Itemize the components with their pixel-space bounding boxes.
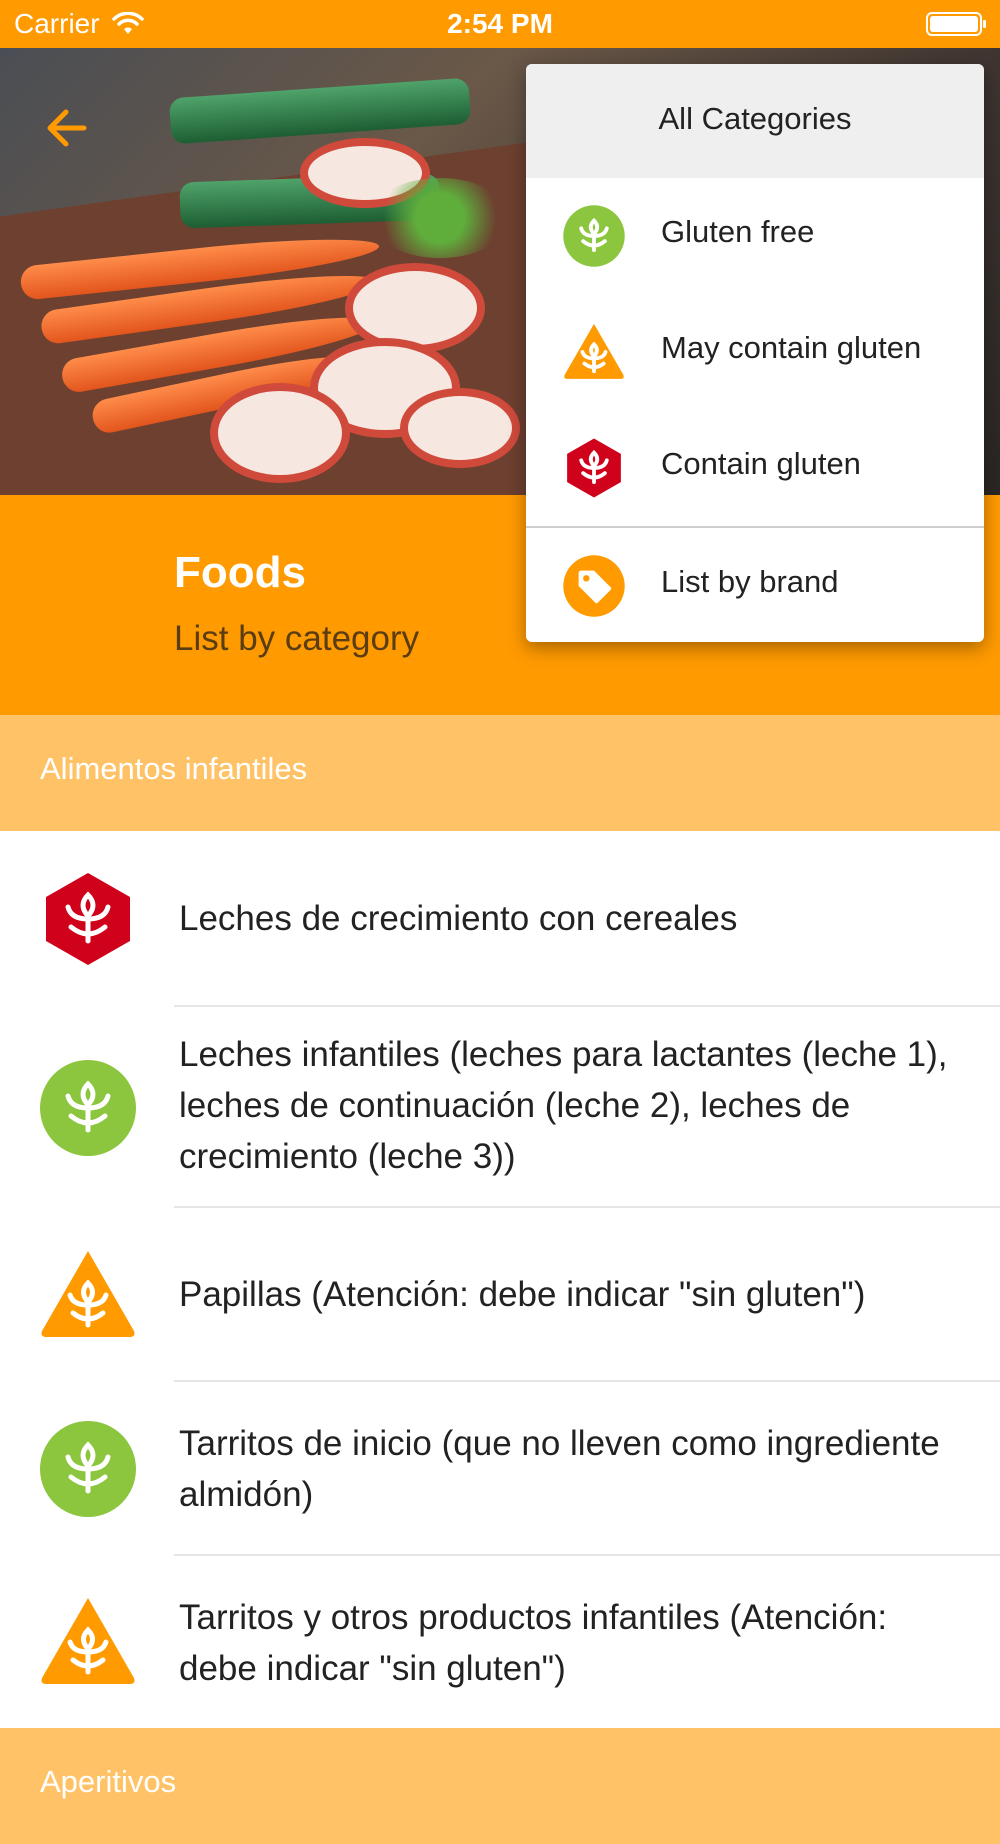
page-title: Foods bbox=[174, 548, 306, 597]
may-contain-gluten-icon bbox=[564, 323, 624, 379]
contains-gluten-icon bbox=[46, 873, 130, 965]
parsley-shape bbox=[370, 178, 510, 258]
list-item-label: Papillas (Atención: debe indicar "sin gl… bbox=[179, 1275, 866, 1314]
list-item[interactable]: Leches de crecimiento con cereales bbox=[0, 831, 1000, 1007]
menu-item-label: May contain gluten bbox=[661, 330, 922, 365]
menu-item-list-by-brand[interactable]: List by brand bbox=[526, 528, 984, 642]
status-bar: Carrier 2:54 PM bbox=[0, 0, 1000, 48]
category-dropdown-menu: All Categories Gluten free May contain g… bbox=[526, 64, 984, 642]
gluten-free-icon bbox=[40, 1421, 136, 1517]
section-header: Alimentos infantiles bbox=[0, 715, 1000, 831]
back-arrow-icon[interactable] bbox=[40, 100, 96, 156]
list-item[interactable]: Tarritos de inicio (que no lleven como i… bbox=[0, 1382, 1000, 1556]
list-item[interactable]: Tarritos y otros productos infantiles (A… bbox=[0, 1556, 1000, 1728]
menu-item-may-contain-gluten[interactable]: May contain gluten bbox=[526, 294, 984, 410]
status-time: 2:54 PM bbox=[447, 8, 553, 39]
gluten-free-icon bbox=[563, 205, 625, 267]
battery-icon bbox=[926, 12, 986, 36]
list-item-label: Tarritos y otros productos infantiles (A… bbox=[179, 1598, 888, 1688]
list-item-label: Leches de crecimiento con cereales bbox=[179, 899, 738, 938]
section-title: Aperitivos bbox=[40, 1764, 177, 1799]
menu-item-label: Contain gluten bbox=[661, 446, 861, 481]
tag-icon bbox=[563, 555, 625, 617]
menu-item-all-categories[interactable]: All Categories bbox=[526, 64, 984, 178]
list-item-label: Leches infantiles (leches para lactantes… bbox=[179, 1035, 948, 1176]
list-item-label: Tarritos de inicio (que no lleven como i… bbox=[179, 1424, 940, 1514]
page-subtitle: List by category bbox=[174, 619, 420, 658]
list-item[interactable]: Papillas (Atención: debe indicar "sin gl… bbox=[0, 1208, 1000, 1382]
gluten-free-icon bbox=[40, 1060, 136, 1156]
menu-item-gluten-free[interactable]: Gluten free bbox=[526, 178, 984, 294]
apple-slice-shape bbox=[400, 388, 520, 468]
section-title: Alimentos infantiles bbox=[40, 751, 308, 786]
menu-item-label: List by brand bbox=[661, 564, 839, 599]
cucumber-shape bbox=[168, 77, 472, 145]
apple-slice-shape bbox=[210, 383, 350, 483]
may-contain-gluten-icon bbox=[41, 1598, 135, 1684]
may-contain-gluten-icon bbox=[41, 1251, 135, 1337]
contains-gluten-icon bbox=[567, 438, 621, 498]
section-header: Aperitivos bbox=[0, 1728, 1000, 1844]
menu-item-label: Gluten free bbox=[661, 214, 815, 249]
list-item[interactable]: Leches infantiles (leches para lactantes… bbox=[0, 1007, 1000, 1208]
menu-item-contain-gluten[interactable]: Contain gluten bbox=[526, 410, 984, 526]
